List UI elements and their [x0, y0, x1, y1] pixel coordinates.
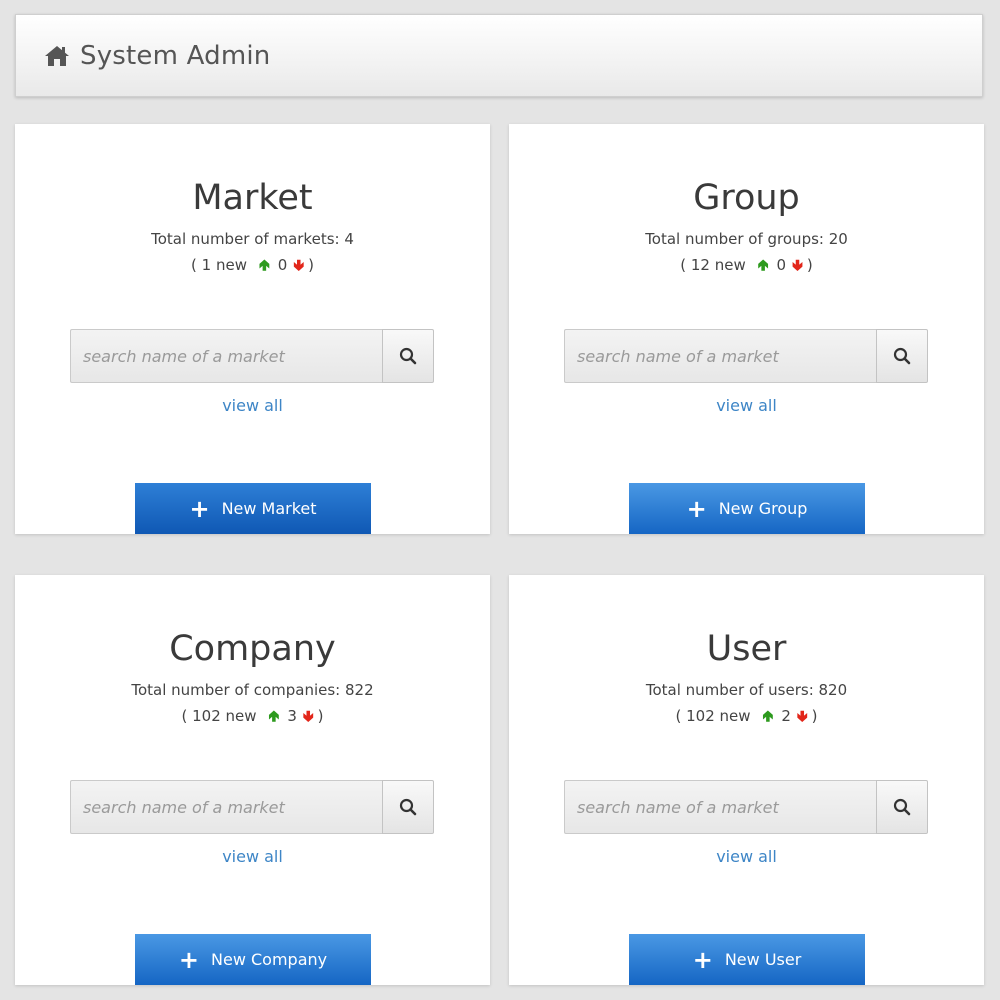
plus-icon: +: [692, 945, 713, 974]
arrow-up-icon: 🢁: [258, 256, 270, 274]
search-group: [564, 329, 928, 383]
new-group-button[interactable]: + New Group: [629, 483, 865, 534]
plus-icon: +: [178, 945, 199, 974]
new-count-text: ( 102 new: [181, 707, 257, 725]
card-counts: ( 102 new 🢁 2 🢃): [509, 706, 984, 731]
close-paren: ): [806, 256, 813, 274]
new-count-text: ( 12 new: [680, 256, 746, 274]
arrow-down-icon: 🢃: [302, 707, 314, 725]
arrow-down-icon: 🢃: [792, 256, 803, 274]
button-label: New Group: [718, 499, 808, 518]
close-paren: ): [308, 256, 314, 274]
search-icon: [399, 798, 417, 816]
card-title: User: [706, 629, 787, 669]
user-card: User Total number of users: 820 ( 102 ne…: [509, 575, 984, 985]
page-header: System Admin: [15, 14, 983, 97]
card-total-text: Total number of users: 820: [645, 681, 848, 699]
search-icon: [399, 347, 417, 365]
card-title: Company: [169, 629, 336, 669]
up-count: 3: [287, 707, 297, 725]
view-all-link[interactable]: view all: [15, 847, 490, 866]
plus-icon: +: [189, 494, 210, 523]
group-card: Group Total number of groups: 20 ( 12 ne…: [509, 124, 984, 534]
search-button[interactable]: [876, 329, 928, 383]
search-button[interactable]: [876, 780, 928, 834]
new-count-text: ( 1 new: [191, 256, 247, 274]
search-group: [564, 780, 928, 834]
new-company-button[interactable]: + New Company: [135, 934, 371, 985]
button-label: New User: [724, 950, 802, 969]
view-all-link[interactable]: view all: [509, 396, 984, 415]
close-paren: ): [317, 707, 324, 725]
arrow-down-icon: 🢃: [796, 707, 808, 725]
view-all-link[interactable]: view all: [15, 396, 490, 415]
company-card: Company Total number of companies: 822 (…: [15, 575, 490, 985]
card-total-text: Total number of companies: 822: [131, 681, 374, 699]
search-input[interactable]: [564, 329, 876, 383]
card-total-text: Total number of groups: 20: [645, 230, 848, 248]
up-count: 2: [781, 707, 791, 725]
card-title: Market: [192, 178, 313, 218]
arrow-up-icon: 🢁: [268, 707, 280, 725]
market-card: Market Total number of markets: 4 ( 1 ne…: [15, 124, 490, 534]
search-group: [70, 329, 434, 383]
up-count: 0: [277, 256, 288, 274]
plus-icon: +: [686, 494, 707, 523]
card-counts: ( 12 new 🢁 0 🢃): [509, 255, 984, 280]
page-title: System Admin: [80, 40, 271, 71]
search-group: [70, 780, 434, 834]
search-button[interactable]: [382, 329, 434, 383]
new-count-text: ( 102 new: [675, 707, 751, 725]
button-label: New Company: [211, 950, 328, 969]
search-input[interactable]: [564, 780, 876, 834]
new-market-button[interactable]: + New Market: [135, 483, 371, 534]
card-title: Group: [693, 178, 800, 218]
search-icon: [893, 798, 911, 816]
up-count: 0: [776, 256, 787, 274]
arrow-down-icon: 🢃: [293, 256, 305, 274]
card-total-text: Total number of markets: 4: [151, 230, 354, 248]
new-user-button[interactable]: + New User: [629, 934, 865, 985]
search-input[interactable]: [70, 329, 382, 383]
close-paren: ): [811, 707, 818, 725]
search-icon: [893, 347, 911, 365]
search-button[interactable]: [382, 780, 434, 834]
card-counts: ( 102 new 🢁 3 🢃): [15, 706, 490, 731]
search-input[interactable]: [70, 780, 382, 834]
view-all-link[interactable]: view all: [509, 847, 984, 866]
arrow-up-icon: 🢁: [757, 256, 769, 274]
card-counts: ( 1 new 🢁 0 🢃): [15, 255, 490, 280]
home-icon[interactable]: [44, 44, 70, 68]
button-label: New Market: [221, 499, 317, 518]
arrow-up-icon: 🢁: [762, 707, 774, 725]
